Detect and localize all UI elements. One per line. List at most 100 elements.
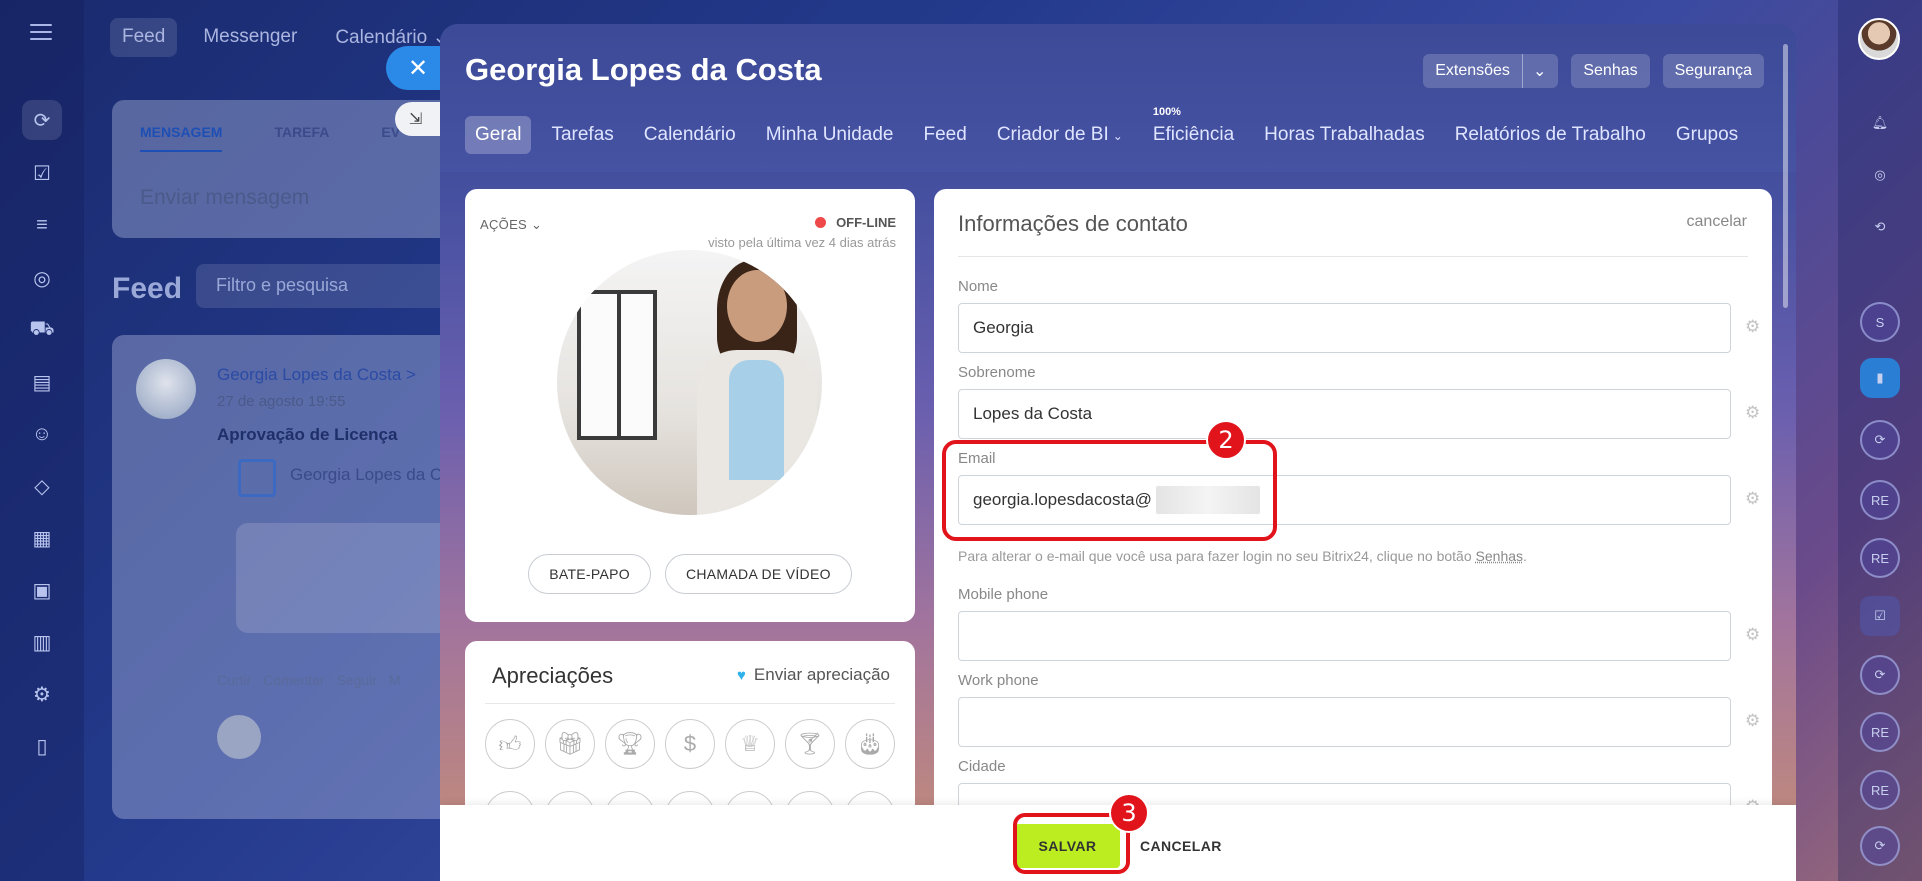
chat-icon[interactable]: ⟳: [1860, 826, 1900, 866]
crown-icon[interactable]: ♕: [725, 719, 775, 769]
compose-tab-message[interactable]: MENSAGEM: [140, 124, 223, 152]
mobile-phone-field[interactable]: [958, 611, 1731, 661]
last-seen: visto pela última vez 4 dias atrás: [708, 235, 896, 250]
tab-bi-builder[interactable]: Criador de BI ⌄: [987, 116, 1133, 154]
tab-feed[interactable]: Feed: [110, 18, 178, 57]
compose-tab-task[interactable]: TAREFA: [274, 124, 329, 152]
trophy-icon[interactable]: 🏆︎: [605, 719, 655, 769]
robot-icon[interactable]: ☺: [22, 414, 62, 454]
chevron-down-icon: ⌄: [1112, 129, 1123, 143]
tab-feed[interactable]: Feed: [914, 116, 977, 154]
scrollbar[interactable]: [1783, 44, 1788, 308]
close-icon[interactable]: ✕: [386, 46, 444, 90]
feed-icon[interactable]: ⟳: [22, 100, 62, 140]
gear-icon[interactable]: ⚙: [1745, 711, 1760, 731]
chart-icon[interactable]: ▥: [22, 622, 62, 662]
minimize-icon[interactable]: ⇲: [395, 102, 441, 136]
thumbs-up-icon[interactable]: 👍︎: [485, 719, 535, 769]
chat-avatar[interactable]: RE: [1860, 712, 1900, 752]
gift-icon[interactable]: 🎁︎: [545, 719, 595, 769]
tab-bi-builder-label: Criador de BI: [996, 124, 1109, 145]
passwords-button[interactable]: Senhas: [1571, 54, 1650, 88]
post-author[interactable]: Georgia Lopes da Costa >: [217, 365, 416, 385]
work-phone-field[interactable]: [958, 697, 1731, 747]
feed-title: Feed: [112, 272, 183, 305]
cancel-link[interactable]: cancelar: [1687, 213, 1747, 231]
tab-tasks[interactable]: Tarefas: [541, 116, 623, 154]
avatar: [217, 715, 261, 759]
gear-icon[interactable]: ⚙: [1745, 625, 1760, 645]
security-button[interactable]: Segurança: [1662, 54, 1764, 88]
tab-groups[interactable]: Grupos: [1666, 116, 1748, 154]
chat-avatar[interactable]: RE: [1860, 538, 1900, 578]
tab-general[interactable]: Geral: [465, 116, 532, 154]
tab-work-reports[interactable]: Relatórios de Trabalho: [1445, 116, 1656, 154]
tab-efficiency[interactable]: 100% Eficiência: [1143, 106, 1244, 154]
work-phone-label: Work phone: [958, 672, 1039, 689]
cancel-button[interactable]: CANCELAR: [1140, 824, 1222, 868]
card-icon[interactable]: ▤: [22, 362, 62, 402]
chevron-down-icon: ⌄: [530, 217, 543, 232]
cube-icon[interactable]: ◇: [22, 466, 62, 506]
passwords-link[interactable]: Senhas: [1476, 548, 1523, 564]
gear-icon[interactable]: ⚙: [1745, 317, 1760, 337]
chat-avatar[interactable]: S: [1860, 302, 1900, 342]
user-avatar[interactable]: [1858, 18, 1900, 60]
chat-avatar[interactable]: RE: [1860, 770, 1900, 810]
extensions-button[interactable]: Extensões ⌄: [1423, 54, 1559, 88]
menu-icon[interactable]: [30, 24, 52, 45]
efficiency-badge: 100%: [1152, 106, 1181, 118]
tab-messenger[interactable]: Messenger: [191, 18, 309, 57]
tab-calendar[interactable]: Calendário: [634, 116, 746, 154]
tab-worked-hours[interactable]: Horas Trabalhadas: [1254, 116, 1435, 154]
send-appreciation-label: Enviar apreciação: [753, 665, 890, 684]
chat-button[interactable]: BATE-PAPO: [528, 554, 651, 594]
video-call-button[interactable]: CHAMADA DE VÍDEO: [664, 554, 852, 594]
divider: [958, 256, 1748, 257]
contact-title: Informações de contato: [958, 211, 1188, 236]
tasks-icon[interactable]: ☑: [22, 153, 62, 193]
target-icon[interactable]: ◎: [1860, 155, 1900, 195]
first-name-label: Nome: [958, 278, 999, 295]
send-appreciation-button[interactable]: ♥ Enviar apreciação: [737, 665, 890, 685]
extensions-label: Extensões: [1435, 62, 1510, 79]
actions-menu[interactable]: AÇÕES ⌄: [480, 217, 542, 233]
filter-icon[interactable]: ≡: [22, 205, 62, 245]
post-actions[interactable]: Curtir Comentar Seguir M: [217, 672, 401, 688]
cocktail-icon[interactable]: 🍸︎: [785, 719, 835, 769]
target-icon[interactable]: ◎: [22, 258, 62, 298]
chat-icon[interactable]: ⟳: [1860, 420, 1900, 460]
avatar[interactable]: [136, 359, 196, 419]
post-link[interactable]: Georgia Lopes da C: [290, 465, 442, 485]
sync-icon[interactable]: ⟲: [1860, 207, 1900, 247]
gear-icon[interactable]: ⚙: [1745, 403, 1760, 423]
calendar-icon[interactable]: ▣: [22, 570, 62, 610]
email-note: Para alterar o e-mail que você usa para …: [958, 548, 1527, 564]
status-badge: OFF-LINE: [815, 215, 896, 230]
step-badge: 2: [1206, 420, 1246, 460]
status-label: OFF-LINE: [836, 215, 896, 230]
tab-my-unit[interactable]: Minha Unidade: [756, 116, 904, 154]
bell-icon[interactable]: 🔔︎: [1860, 103, 1900, 143]
document-icon[interactable]: ▯: [22, 726, 62, 766]
chevron-down-icon[interactable]: ⌄: [1521, 54, 1546, 88]
task-icon[interactable]: ☑: [1860, 596, 1900, 636]
money-bag-icon[interactable]: $: [665, 719, 715, 769]
left-sidebar: ⟳ ☑ ≡ ◎ ⛟ ▤ ☺ ◇ ▦ ▣ ▥ ⚙ ▯: [0, 0, 84, 881]
chat-avatar[interactable]: RE: [1860, 480, 1900, 520]
appreciations-title: Apreciações: [492, 663, 614, 688]
cart-icon[interactable]: ⛟: [22, 310, 62, 350]
compose-placeholder[interactable]: Enviar mensagem: [140, 186, 309, 210]
last-name-field[interactable]: Lopes da Costa: [958, 389, 1731, 439]
tab-efficiency-label: Eficiência: [1152, 124, 1235, 145]
bookmark-icon[interactable]: ▮: [1860, 358, 1900, 398]
profile-photo[interactable]: [557, 250, 822, 515]
profile-card: AÇÕES ⌄ OFF-LINE visto pela última vez 4…: [465, 189, 915, 622]
chat-icon[interactable]: ⟳: [1860, 655, 1900, 695]
right-sidebar: 🔔︎ ◎ ⟲ S ▮ ⟳ RE RE ☑ ⟳ RE RE ⟳: [1838, 0, 1922, 881]
gear-icon[interactable]: ⚙: [22, 674, 62, 714]
cake-icon[interactable]: 🎂︎: [845, 719, 895, 769]
gear-icon[interactable]: ⚙: [1745, 489, 1760, 509]
building-icon[interactable]: ▦: [22, 518, 62, 558]
first-name-field[interactable]: Georgia: [958, 303, 1731, 353]
